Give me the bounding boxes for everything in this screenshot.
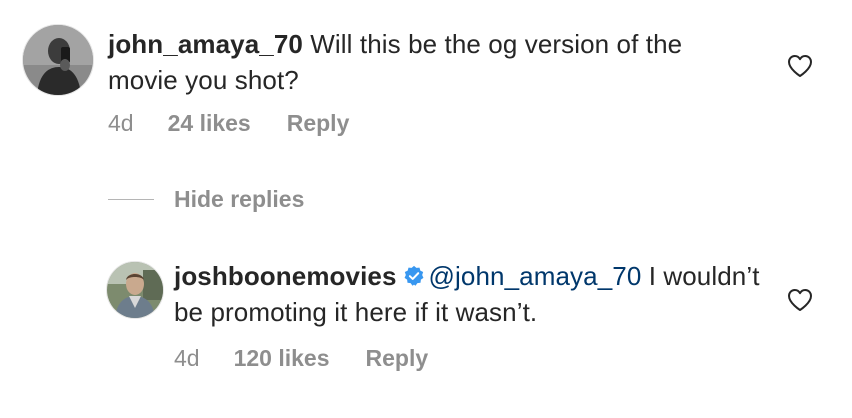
avatar[interactable] bbox=[106, 261, 164, 319]
heart-icon[interactable] bbox=[787, 288, 813, 312]
comment-meta: 4d 120 likes Reply bbox=[174, 345, 428, 372]
heart-icon[interactable] bbox=[787, 54, 813, 78]
reply-button[interactable]: Reply bbox=[366, 345, 429, 372]
divider-line bbox=[108, 199, 154, 200]
mention-link[interactable]: @john_amaya_70 bbox=[429, 261, 642, 291]
comment-timestamp[interactable]: 4d bbox=[108, 110, 134, 137]
comment-username[interactable]: joshboonemovies bbox=[174, 261, 397, 291]
comment-likes-count[interactable]: 120 likes bbox=[234, 345, 330, 372]
avatar[interactable] bbox=[22, 24, 94, 96]
comment-likes-count[interactable]: 24 likes bbox=[168, 110, 251, 137]
comment-username[interactable]: john_amaya_70 bbox=[108, 29, 303, 59]
verified-badge-icon bbox=[404, 265, 423, 286]
hide-replies-label: Hide replies bbox=[174, 186, 305, 212]
comment-body: john_amaya_70 Will this be the og versio… bbox=[108, 26, 748, 98]
comment-meta: 4d 24 likes Reply bbox=[108, 110, 349, 137]
avatar-image bbox=[107, 262, 163, 318]
reply-button[interactable]: Reply bbox=[287, 110, 350, 137]
comment-body: joshboonemovies @john_amaya_70 I wouldn’… bbox=[174, 258, 784, 330]
avatar-image bbox=[23, 25, 93, 95]
hide-replies-button[interactable]: Hide replies bbox=[108, 186, 304, 213]
comment-timestamp[interactable]: 4d bbox=[174, 345, 200, 372]
